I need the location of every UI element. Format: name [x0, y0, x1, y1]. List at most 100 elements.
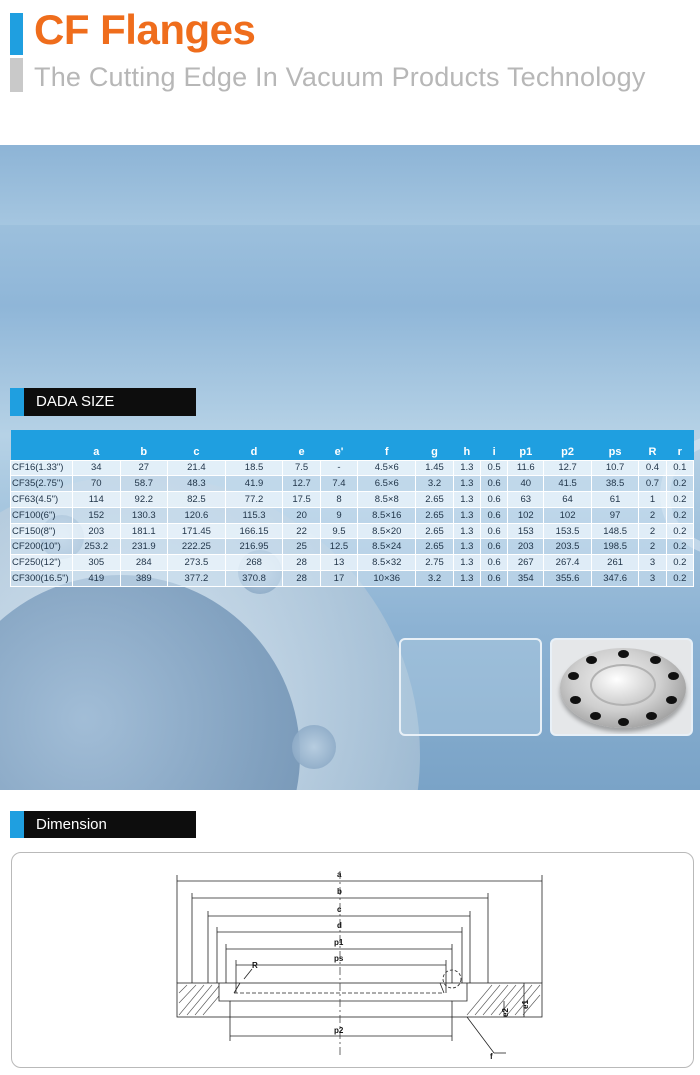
dim-label-p2: p2	[334, 1026, 344, 1035]
value-cell: 370.8	[224, 570, 284, 587]
value-cell: 0.4	[638, 459, 667, 477]
value-cell: 12.7	[282, 475, 321, 493]
value-cell: 2	[638, 522, 667, 540]
blank-flange-disc	[560, 648, 686, 728]
value-cell: 2	[638, 506, 667, 524]
model-cell: CF200(10")	[10, 538, 73, 556]
value-cell: 284	[119, 554, 169, 572]
value-cell: 77.2	[224, 491, 284, 508]
page-subtitle: The Cutting Edge In Vacuum Products Tech…	[34, 62, 646, 92]
value-cell: 8.5×32	[357, 554, 417, 572]
value-cell: 267	[507, 554, 545, 572]
dim-label-e2: e2	[501, 1008, 510, 1017]
dim-label-a: a	[337, 870, 342, 879]
size-section-heading: DADA SIZE	[10, 388, 196, 416]
value-cell: 0.6	[479, 491, 509, 508]
dim-label-b: b	[337, 887, 342, 896]
col-header: ps	[591, 430, 639, 460]
value-cell: 40	[507, 475, 545, 493]
value-cell: 166.15	[224, 522, 284, 540]
value-cell: 198.5	[590, 538, 640, 556]
value-cell: 64	[543, 491, 592, 508]
dim-label-ps: ps	[334, 954, 344, 963]
flange-photo-thumbnail[interactable]	[550, 638, 693, 736]
value-cell: 261	[590, 554, 640, 572]
col-header: e	[282, 430, 321, 460]
value-cell: 2.75	[415, 554, 454, 572]
col-header: r	[666, 430, 694, 460]
value-cell: 25	[282, 538, 321, 556]
value-cell: 8.5×16	[357, 506, 417, 524]
value-cell: 6.5×6	[357, 475, 417, 493]
model-cell: CF16(1.33")	[10, 459, 73, 477]
model-cell: CF63(4.5")	[10, 491, 73, 508]
bolt-hole-icon	[618, 650, 629, 658]
value-cell: 1.3	[452, 491, 481, 508]
dim-label-c: c	[337, 905, 342, 914]
value-cell: 41.9	[224, 475, 284, 493]
value-cell: 268	[224, 554, 284, 572]
value-cell: 10×36	[357, 570, 417, 587]
value-cell: 9.5	[319, 522, 359, 540]
dimension-section-heading: Dimension	[10, 811, 196, 838]
value-cell: 97	[590, 506, 640, 524]
model-cell: CF300(16.5")	[10, 570, 73, 587]
col-header: b	[120, 430, 168, 460]
value-cell: 273.5	[167, 554, 226, 572]
value-cell: 20	[282, 506, 321, 524]
table-row: CF250(12") 305 284 273.5 268 28 13 8.5×32 2.75 1.…	[10, 554, 695, 572]
value-cell: 152	[72, 506, 121, 524]
value-cell: 13	[319, 554, 359, 572]
value-cell: 34	[72, 459, 121, 477]
value-cell: 1	[638, 491, 667, 508]
model-cell: CF35(2.75")	[10, 475, 73, 493]
model-cell: CF250(12")	[10, 554, 73, 572]
value-cell: 354	[507, 570, 545, 587]
value-cell: 8	[319, 491, 359, 508]
value-cell: 153.5	[543, 522, 592, 540]
dimension-drawing-box: a b c d p1 ps R p2 e2 e1 f	[11, 852, 694, 1068]
value-cell: 203	[507, 538, 545, 556]
value-cell: 0.2	[665, 491, 695, 508]
value-cell: 17	[319, 570, 359, 587]
bolt-hole-icon	[570, 696, 581, 704]
value-cell: 2.65	[415, 538, 454, 556]
hero-top-band	[0, 145, 700, 225]
dimension-lines	[176, 875, 543, 1054]
value-cell: 21.4	[167, 459, 226, 477]
bolt-hole-icon	[586, 656, 597, 664]
value-cell: -	[319, 459, 359, 477]
subtitle-accent-bar	[10, 58, 23, 92]
value-cell: 7.4	[319, 475, 359, 493]
table-row: CF200(10") 253.2 231.9 222.25 216.95 25 12.5 8.…	[10, 538, 695, 556]
col-header: i	[480, 430, 508, 460]
dim-label-e1: e1	[521, 1000, 530, 1009]
heading-accent	[10, 811, 24, 838]
value-cell: 0.6	[479, 506, 509, 524]
value-cell: 0.6	[479, 475, 509, 493]
dim-label-d: d	[337, 921, 342, 930]
table-row: CF16(1.33") 34 27 21.4 18.5 7.5-4.5×6 1.45 1.3 0…	[10, 459, 695, 477]
value-cell: 82.5	[167, 491, 226, 508]
value-cell: 267.4	[543, 554, 592, 572]
col-header: c	[167, 430, 226, 460]
col-header-model	[10, 430, 73, 460]
value-cell: 130.3	[119, 506, 169, 524]
value-cell: 153	[507, 522, 545, 540]
col-header: d	[225, 430, 283, 460]
value-cell: 12.7	[543, 459, 592, 477]
value-cell: 102	[507, 506, 545, 524]
value-cell: 203	[72, 522, 121, 540]
value-cell: 0.6	[479, 554, 509, 572]
value-cell: 1.3	[452, 570, 481, 587]
value-cell: 171.45	[167, 522, 226, 540]
value-cell: 305	[72, 554, 121, 572]
thumbnail-placeholder[interactable]	[399, 638, 542, 736]
value-cell: 70	[72, 475, 121, 493]
value-cell: 4.5×6	[357, 459, 417, 477]
col-header: g	[415, 430, 454, 460]
model-cell: CF100(6")	[10, 506, 73, 524]
value-cell: 419	[72, 570, 121, 587]
value-cell: 8.5×8	[357, 491, 417, 508]
value-cell: 115.3	[224, 506, 284, 524]
